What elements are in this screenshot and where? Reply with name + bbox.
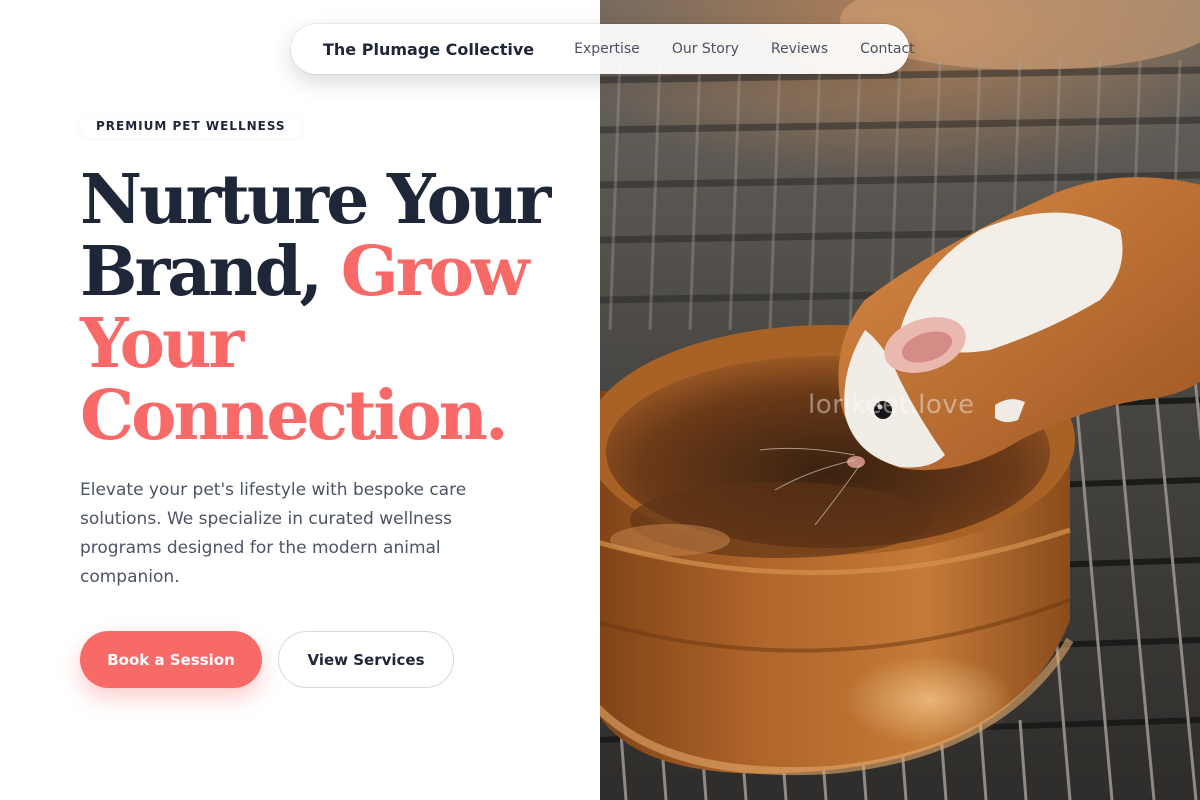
nav-link-reviews[interactable]: Reviews [771, 41, 828, 57]
nav-links: Expertise Our Story Reviews Contact [574, 41, 915, 57]
view-services-button[interactable]: View Services [278, 631, 454, 688]
top-nav: The Plumage Collective Expertise Our Sto… [291, 24, 915, 74]
nav-link-contact[interactable]: Contact [860, 41, 914, 57]
landing-page: lorikeet.love The Plumage Collective Exp… [0, 0, 1200, 800]
hero-badge: PREMIUM PET WELLNESS [80, 114, 302, 138]
hero-description: Elevate your pet's lifestyle with bespok… [80, 480, 467, 587]
nav-link-our-story[interactable]: Our Story [672, 41, 739, 57]
hero-headline: Nurture Your Brand, Grow Your Connection… [80, 164, 580, 452]
watermark-text: lorikeet.love [808, 390, 975, 420]
book-session-button[interactable]: Book a Session [80, 631, 262, 688]
nav-link-expertise[interactable]: Expertise [574, 41, 640, 57]
brand-logo-text[interactable]: The Plumage Collective [323, 40, 534, 59]
